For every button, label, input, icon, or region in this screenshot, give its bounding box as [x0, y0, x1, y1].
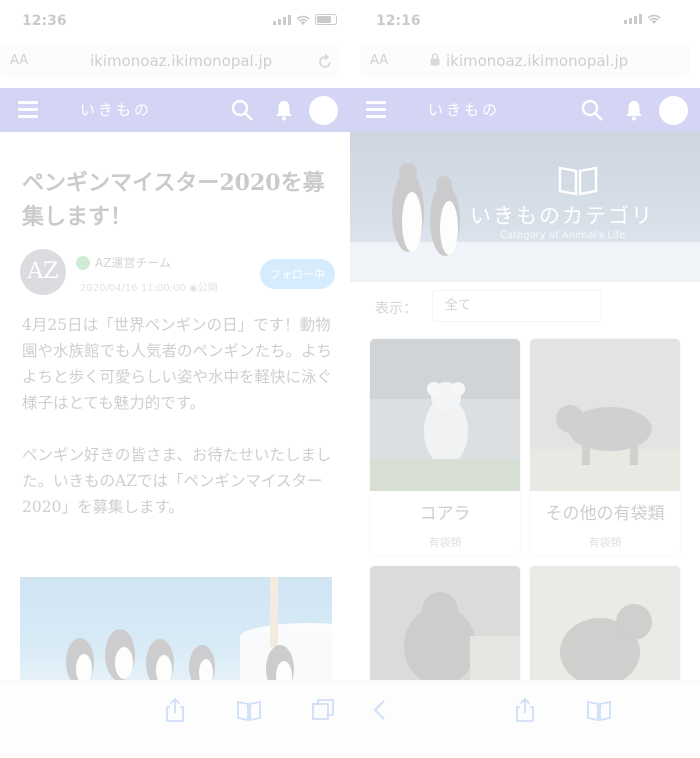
card-image — [530, 339, 680, 491]
bell-icon[interactable] — [272, 98, 296, 122]
author-name[interactable]: AZ運営チーム — [76, 254, 171, 271]
tabs-icon[interactable] — [310, 697, 336, 723]
right-screenshot: 12:16 AA ikimonoaz.ikimonopal.jp いきもの いき… — [350, 0, 700, 758]
url-text[interactable]: ikimonoaz.ikimonopal.jp — [90, 52, 272, 70]
category-card[interactable]: コアラ 有袋類 — [369, 338, 521, 556]
app-header: いきもの — [350, 88, 700, 132]
menu-icon[interactable] — [366, 101, 386, 118]
signal-icon — [273, 15, 291, 25]
text-size-button[interactable]: AA — [370, 53, 388, 68]
article-hero-image — [20, 577, 332, 697]
follow-button[interactable]: フォロー中 — [260, 259, 335, 289]
author-name-text[interactable]: AZ運営チーム — [95, 254, 171, 271]
signal-icon — [624, 14, 642, 24]
status-bar: 12:16 — [350, 0, 700, 40]
wifi-icon — [647, 14, 661, 24]
search-icon[interactable] — [580, 98, 604, 122]
search-icon[interactable] — [230, 98, 254, 122]
bookmarks-icon[interactable] — [236, 697, 262, 723]
category-type: 有袋類 — [428, 536, 462, 549]
site-logo[interactable]: いきもの — [80, 99, 152, 120]
avatar-icon[interactable] — [309, 96, 338, 125]
left-screenshot: 12:36 AA ikimonoaz.ikimonopal.jp いきもの ペン… — [0, 0, 350, 758]
reload-icon[interactable] — [316, 53, 334, 71]
bell-icon[interactable] — [622, 98, 646, 122]
app-header: いきもの — [0, 88, 350, 132]
lock-icon — [430, 53, 440, 66]
address-bar[interactable]: AA ikimonoaz.ikimonopal.jp — [360, 44, 690, 78]
card-image — [370, 339, 520, 491]
category-name: コアラ — [419, 504, 471, 524]
status-time: 12:36 — [22, 13, 67, 29]
category-filter-select[interactable]: 全て — [432, 290, 602, 322]
site-logo[interactable]: いきもの — [428, 99, 500, 120]
category-banner: いきものカテゴリ Category of Animal's Life — [350, 132, 700, 282]
banner-title: いきものカテゴリ — [470, 204, 654, 228]
avatar-icon[interactable] — [659, 96, 688, 125]
wifi-icon — [296, 15, 310, 25]
filter-label: 表示： — [375, 301, 417, 317]
category-card[interactable]: その他の有袋類 有袋類 — [529, 338, 681, 556]
address-bar[interactable]: AA ikimonoaz.ikimonopal.jp — [0, 44, 340, 78]
banner-subtitle: Category of Animal's Life — [500, 230, 626, 241]
category-name: その他の有袋類 — [545, 504, 665, 524]
verified-icon — [76, 255, 90, 270]
article-paragraph: 4月25日は「世界ペンギンの日」です！動物園や水族館でも人気者のペンギンたち。よ… — [22, 316, 333, 412]
author-avatar[interactable]: AZ — [20, 249, 66, 295]
share-icon[interactable] — [512, 697, 538, 723]
article-paragraph: ペンギン好きの皆さま、お待たせいたしました。いきものAZでは「ペンギンマイスター… — [22, 446, 332, 516]
book-icon — [558, 166, 598, 196]
menu-icon[interactable] — [18, 101, 38, 118]
url-text[interactable]: ikimonoaz.ikimonopal.jp — [446, 52, 628, 70]
article-title: ペンギンマイスター2020を募集します！ — [22, 170, 325, 230]
status-bar: 12:36 — [0, 0, 350, 40]
back-icon[interactable] — [368, 697, 394, 723]
bookmarks-icon[interactable] — [586, 697, 612, 723]
battery-icon — [315, 14, 337, 25]
text-size-button[interactable]: AA — [10, 53, 28, 68]
category-type: 有袋類 — [588, 536, 622, 549]
publish-date: 2020/04/16 11:00:00 ◉公開 — [80, 283, 218, 294]
browser-toolbar — [0, 680, 700, 758]
share-icon[interactable] — [162, 697, 188, 723]
status-time: 12:16 — [376, 13, 421, 29]
